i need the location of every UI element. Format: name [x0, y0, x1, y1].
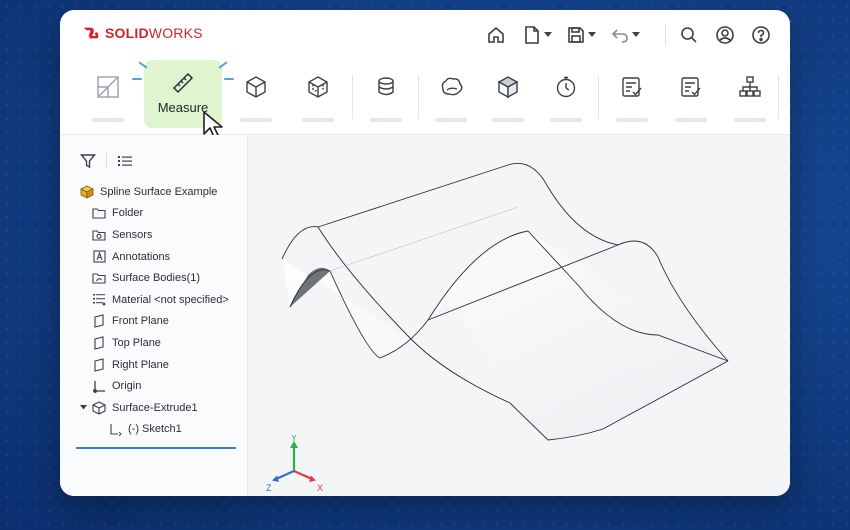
checklist-button-1[interactable]	[609, 68, 655, 128]
tree-item-label: Origin	[112, 380, 142, 393]
plane-icon	[92, 336, 106, 350]
tree-item-top-plane[interactable]: Top Plane	[60, 332, 247, 354]
checklist-icon	[681, 77, 701, 97]
sketch-icon	[108, 422, 122, 436]
cylinder-button[interactable]	[363, 68, 409, 128]
measure-button[interactable]: Measure	[144, 60, 223, 138]
tree-item-material[interactable]: Material <not specified>	[60, 289, 247, 311]
feature-manager-panel: Spline Surface Example Folder Sensors An…	[60, 135, 248, 496]
tree-item-label: Right Plane	[112, 358, 169, 371]
checklist-icon	[622, 77, 642, 97]
tree-item-label: Sensors	[112, 228, 153, 241]
save-icon[interactable]	[565, 24, 587, 46]
surface-bodies-icon	[92, 271, 106, 285]
hierarchy-icon	[739, 76, 761, 97]
sensor-icon	[92, 228, 106, 242]
collapse-caret-icon[interactable]	[80, 405, 88, 410]
title-bar: SOLIDWORKS	[60, 10, 790, 60]
tree-item-label: Folder	[112, 207, 144, 220]
tree-item-label: Surface-Extrude1	[112, 401, 198, 414]
title-toolbar	[485, 24, 772, 46]
cylinder-icon	[378, 77, 394, 96]
tree-item-label: Material <not specified>	[112, 293, 229, 306]
annotation-icon	[92, 250, 106, 264]
sketch-tool-button[interactable]	[85, 68, 131, 128]
highlight-spark	[132, 78, 142, 80]
axis-triad: Y X Z	[266, 435, 323, 493]
folder-icon	[92, 206, 106, 220]
tree-item-label: Top Plane	[112, 336, 161, 349]
plane-icon	[92, 357, 106, 372]
tree-item-label: Annotations	[112, 250, 171, 263]
timer-button[interactable]	[543, 68, 589, 128]
freeform-button[interactable]	[428, 68, 474, 128]
tree-item-surface-extrude[interactable]: Surface-Extrude1	[60, 397, 247, 419]
measure-icon	[172, 72, 194, 94]
ribbon-divider	[598, 75, 599, 119]
tree-item-label: (-) Sketch1	[128, 423, 182, 436]
tree-item-sketch1[interactable]: (-) Sketch1	[60, 419, 247, 441]
tree-item-right-plane[interactable]: Right Plane	[60, 354, 247, 376]
tree-root[interactable]: Spline Surface Example	[60, 181, 247, 203]
ribbon-divider	[418, 75, 419, 119]
feature-tree: Spline Surface Example Folder Sensors An…	[60, 181, 247, 440]
origin-icon	[92, 379, 106, 393]
axis-label-x: X	[317, 483, 323, 493]
plane-icon	[92, 314, 106, 329]
graphics-viewport[interactable]: Y X Z	[248, 135, 790, 496]
filter-icon[interactable]	[80, 153, 96, 169]
tree-item-label: Front Plane	[112, 315, 169, 328]
tree-item-folder[interactable]: Folder	[60, 203, 247, 225]
home-icon[interactable]	[485, 24, 507, 46]
solid-cube-icon	[497, 76, 519, 99]
undo-icon[interactable]	[609, 24, 631, 46]
panel-toolbar	[80, 153, 133, 169]
chevron-down-icon[interactable]	[587, 24, 597, 46]
chevron-down-icon[interactable]	[543, 24, 553, 46]
selection-underline	[76, 447, 236, 449]
brand-prefix: SOLID	[105, 25, 149, 41]
axis-label-z: Z	[266, 483, 272, 493]
search-icon[interactable]	[678, 24, 700, 46]
blob-shape-icon	[441, 77, 463, 96]
list-icon[interactable]	[117, 153, 133, 169]
command-ribbon: Measure	[60, 60, 790, 138]
material-icon	[92, 293, 106, 307]
tree-item-label: Surface Bodies(1)	[112, 272, 201, 285]
user-icon[interactable]	[714, 24, 736, 46]
revolve-button[interactable]	[295, 68, 341, 128]
cube-wire-icon	[308, 76, 328, 98]
brand-suffix: WORKS	[148, 25, 203, 41]
solidworks-logo: SOLIDWORKS	[82, 24, 203, 42]
tree-root-label: Spline Surface Example	[100, 185, 218, 198]
hierarchy-button[interactable]	[727, 68, 773, 128]
tree-item-sensors[interactable]: Sensors	[60, 224, 247, 246]
tree-item-origin[interactable]: Origin	[60, 375, 247, 397]
tree-item-front-plane[interactable]: Front Plane	[60, 311, 247, 333]
extruded-boss-button[interactable]	[233, 68, 279, 128]
part-icon	[80, 185, 94, 199]
sketch-icon	[97, 76, 119, 98]
app-window: SOLIDWORKS Measure Spline Surface Exampl…	[60, 10, 790, 496]
title-divider	[665, 25, 666, 45]
stopwatch-icon	[556, 76, 576, 98]
chevron-down-icon[interactable]	[631, 24, 641, 46]
checklist-button-2[interactable]	[668, 68, 714, 128]
tree-item-surface-bodies[interactable]: Surface Bodies(1)	[60, 267, 247, 289]
feature-icon	[92, 401, 106, 415]
tree-item-annotations[interactable]: Annotations	[60, 246, 247, 268]
axis-label-y: Y	[291, 435, 297, 443]
help-icon[interactable]	[750, 24, 772, 46]
solid-body-button[interactable]	[485, 68, 531, 128]
new-document-icon[interactable]	[521, 24, 543, 46]
ribbon-divider	[778, 75, 779, 119]
ribbon-divider	[352, 75, 353, 119]
ds-logo-icon	[83, 27, 99, 39]
box-3d-icon	[246, 76, 266, 98]
